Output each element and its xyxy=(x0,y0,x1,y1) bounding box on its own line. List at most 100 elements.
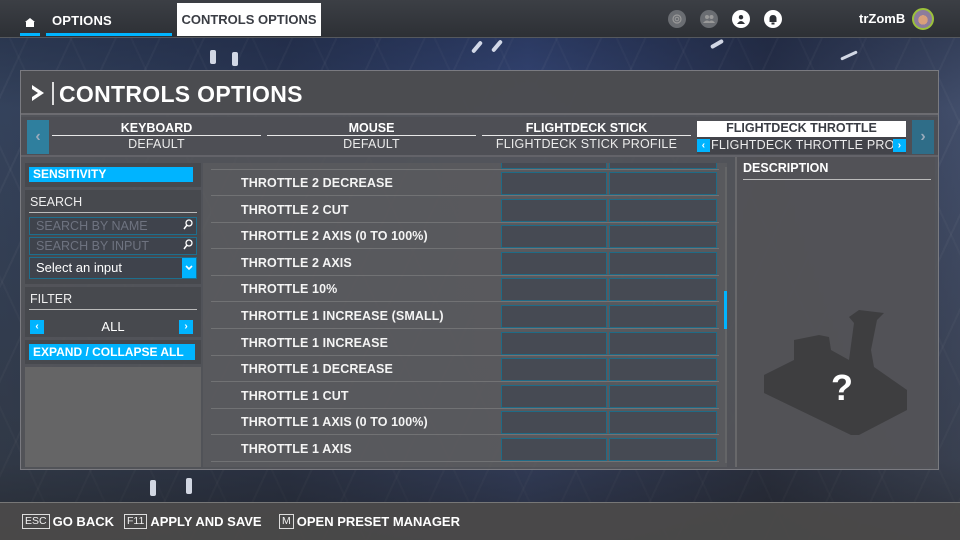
device-profile: FLIGHTDECK THROTTLE PROFILE xyxy=(711,138,906,152)
friends-icon[interactable] xyxy=(700,10,718,28)
search-by-input-placeholder: SEARCH BY INPUT xyxy=(36,239,149,253)
search-by-input-input[interactable]: SEARCH BY INPUT xyxy=(29,237,197,255)
tab-controls-options[interactable]: CONTROLS OPTIONS xyxy=(177,3,321,36)
device-tab-mouse[interactable]: MOUSE DEFAULT xyxy=(267,121,476,155)
search-by-name-input[interactable]: SEARCH BY NAME xyxy=(29,217,197,235)
table-row[interactable]: THROTTLE 1 INCREASE xyxy=(211,330,719,356)
device-next-button[interactable]: › xyxy=(912,120,934,154)
table-row[interactable]: THROTTLE 1 INCREASE (SMALL) xyxy=(211,304,719,329)
search-section: SEARCH SEARCH BY NAME SEARCH BY INPUT Se… xyxy=(25,190,201,284)
tab-options-underline xyxy=(46,33,172,36)
binding-slot-primary[interactable] xyxy=(501,411,607,435)
filter-prev-button[interactable]: ‹ xyxy=(30,320,44,334)
table-row-partial[interactable] xyxy=(211,163,719,170)
avatar[interactable] xyxy=(912,8,934,30)
table-row[interactable]: THROTTLE 10% xyxy=(211,277,719,303)
table-row[interactable]: THROTTLE 1 AXIS xyxy=(211,437,719,462)
profile-next-button[interactable]: › xyxy=(893,139,906,152)
search-by-name-placeholder: SEARCH BY NAME xyxy=(36,219,148,233)
device-tab-flightdeck-stick[interactable]: FLIGHTDECK STICK FLIGHTDECK STICK PROFIL… xyxy=(482,121,691,155)
activity-icon[interactable] xyxy=(668,10,686,28)
go-back-button[interactable]: ESC GO BACK xyxy=(22,514,114,529)
binding-slot-secondary[interactable] xyxy=(609,331,717,355)
sidebar-empty-area xyxy=(25,367,201,467)
key-f11: F11 xyxy=(124,514,148,529)
bg-light xyxy=(490,39,504,53)
device-prev-button[interactable]: ‹ xyxy=(27,120,49,154)
bg-light xyxy=(470,40,484,54)
binding-slot-secondary[interactable] xyxy=(609,225,717,249)
binding-slot-primary[interactable] xyxy=(501,358,607,382)
binding-slot-primary[interactable] xyxy=(501,251,607,275)
binding-label: THROTTLE 2 DECREASE xyxy=(241,176,393,190)
binding-slot-secondary[interactable] xyxy=(609,411,717,435)
binding-label: THROTTLE 2 CUT xyxy=(241,202,349,217)
device-tab-flightdeck-throttle[interactable]: FLIGHTDECK THROTTLE ‹ FLIGHTDECK THROTTL… xyxy=(697,121,906,155)
device-profile-selector[interactable]: ‹ FLIGHTDECK THROTTLE PROFILE › xyxy=(697,137,906,154)
key-esc: ESC xyxy=(22,514,50,529)
binding-slot-primary[interactable] xyxy=(501,278,607,302)
tab-options[interactable]: OPTIONS xyxy=(46,0,172,38)
table-row[interactable]: THROTTLE 2 CUT xyxy=(211,197,719,223)
binding-label: THROTTLE 1 AXIS xyxy=(241,442,352,456)
filter-next-button[interactable]: › xyxy=(179,320,193,334)
filter-value: ALL xyxy=(101,319,125,334)
binding-slot-primary[interactable] xyxy=(501,163,607,169)
apply-and-save-button[interactable]: F11 APPLY AND SAVE xyxy=(124,514,262,529)
binding-slot-secondary[interactable] xyxy=(609,358,717,382)
binding-slot-secondary[interactable] xyxy=(609,278,717,302)
table-row[interactable]: THROTTLE 2 DECREASE xyxy=(211,171,719,196)
binding-slot-primary[interactable] xyxy=(501,225,607,249)
binding-slot-secondary[interactable] xyxy=(609,163,717,169)
home-tab[interactable] xyxy=(20,12,40,36)
device-name: MOUSE xyxy=(267,121,476,136)
controls-options-panel: CONTROLS OPTIONS ‹ KEYBOARD DEFAULT MOUS… xyxy=(20,70,939,470)
bg-light xyxy=(709,38,725,50)
binding-slot-primary[interactable] xyxy=(501,172,607,195)
chevron-down-icon[interactable] xyxy=(182,258,196,278)
username[interactable]: trZomB xyxy=(859,11,905,26)
binding-slot-primary[interactable] xyxy=(501,331,607,355)
binding-slot-secondary[interactable] xyxy=(609,251,717,275)
binding-slot-primary[interactable] xyxy=(501,384,607,408)
sensitivity-button[interactable]: SENSITIVITY xyxy=(29,167,193,182)
binding-slot-primary[interactable] xyxy=(501,438,607,461)
page-title: CONTROLS OPTIONS xyxy=(59,81,303,107)
expand-collapse-box: EXPAND / COLLAPSE ALL xyxy=(25,340,201,364)
header-divider xyxy=(52,82,54,105)
open-preset-manager-button[interactable]: M OPEN PRESET MANAGER xyxy=(279,514,460,529)
binding-slot-primary[interactable] xyxy=(501,198,607,222)
tab-options-label: OPTIONS xyxy=(52,13,112,28)
device-tab-keyboard[interactable]: KEYBOARD DEFAULT xyxy=(52,121,261,155)
binding-slot-secondary[interactable] xyxy=(609,172,717,195)
bg-light xyxy=(150,480,156,496)
profile-icon[interactable] xyxy=(732,10,750,28)
filter-label: FILTER xyxy=(30,292,73,306)
notifications-icon[interactable] xyxy=(764,10,782,28)
select-input-dropdown[interactable]: Select an input xyxy=(29,257,197,279)
binding-slot-secondary[interactable] xyxy=(609,305,717,328)
sidebar: SENSITIVITY SEARCH SEARCH BY NAME SEARCH… xyxy=(25,163,201,467)
bg-light xyxy=(232,52,238,66)
binding-slot-primary[interactable] xyxy=(501,305,607,328)
table-row[interactable]: THROTTLE 1 DECREASE xyxy=(211,357,719,383)
filter-section: FILTER ALL ‹ › xyxy=(25,287,201,337)
table-row[interactable]: THROTTLE 2 AXIS xyxy=(211,250,719,276)
divider xyxy=(743,179,931,180)
open-preset-manager-label: OPEN PRESET MANAGER xyxy=(296,514,460,529)
apply-and-save-label: APPLY AND SAVE xyxy=(150,514,262,529)
home-tab-underline xyxy=(20,33,40,36)
go-back-label: GO BACK xyxy=(52,514,114,529)
binding-slot-secondary[interactable] xyxy=(609,198,717,222)
expand-collapse-all-button[interactable]: EXPAND / COLLAPSE ALL xyxy=(29,344,195,360)
table-row[interactable]: THROTTLE 1 CUT xyxy=(211,383,719,409)
table-row[interactable]: THROTTLE 1 AXIS (0 TO 100%) xyxy=(211,410,719,436)
scrollbar-thumb[interactable] xyxy=(724,290,727,329)
bg-light xyxy=(840,50,858,61)
binding-label: THROTTLE 1 CUT xyxy=(241,388,349,403)
binding-slot-secondary[interactable] xyxy=(609,438,717,461)
divider xyxy=(29,309,197,310)
profile-prev-button[interactable]: ‹ xyxy=(697,139,710,152)
binding-slot-secondary[interactable] xyxy=(609,384,717,408)
table-row[interactable]: THROTTLE 2 AXIS (0 TO 100%) xyxy=(211,224,719,250)
